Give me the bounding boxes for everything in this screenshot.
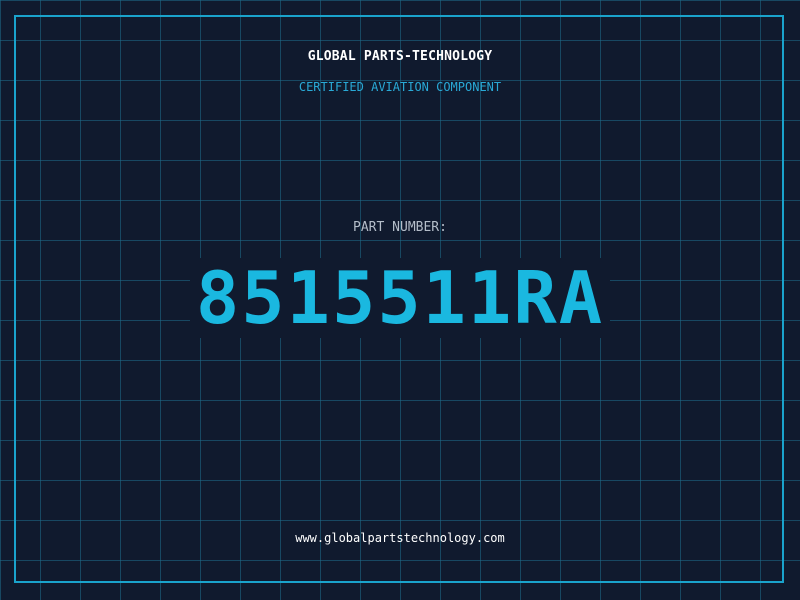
- certification-subtitle: CERTIFIED AVIATION COMPONENT: [298, 80, 502, 94]
- part-number-value: 8515511RA: [189, 258, 611, 338]
- part-number-container: 8515511RA: [0, 258, 800, 338]
- part-number-label: PART NUMBER:: [353, 220, 447, 235]
- part-card: GLOBAL PARTS-TECHNOLOGY CERTIFIED AVIATI…: [0, 0, 800, 600]
- website-url: www.globalpartstechnology.com: [295, 531, 505, 545]
- company-name: GLOBAL PARTS-TECHNOLOGY: [307, 49, 493, 64]
